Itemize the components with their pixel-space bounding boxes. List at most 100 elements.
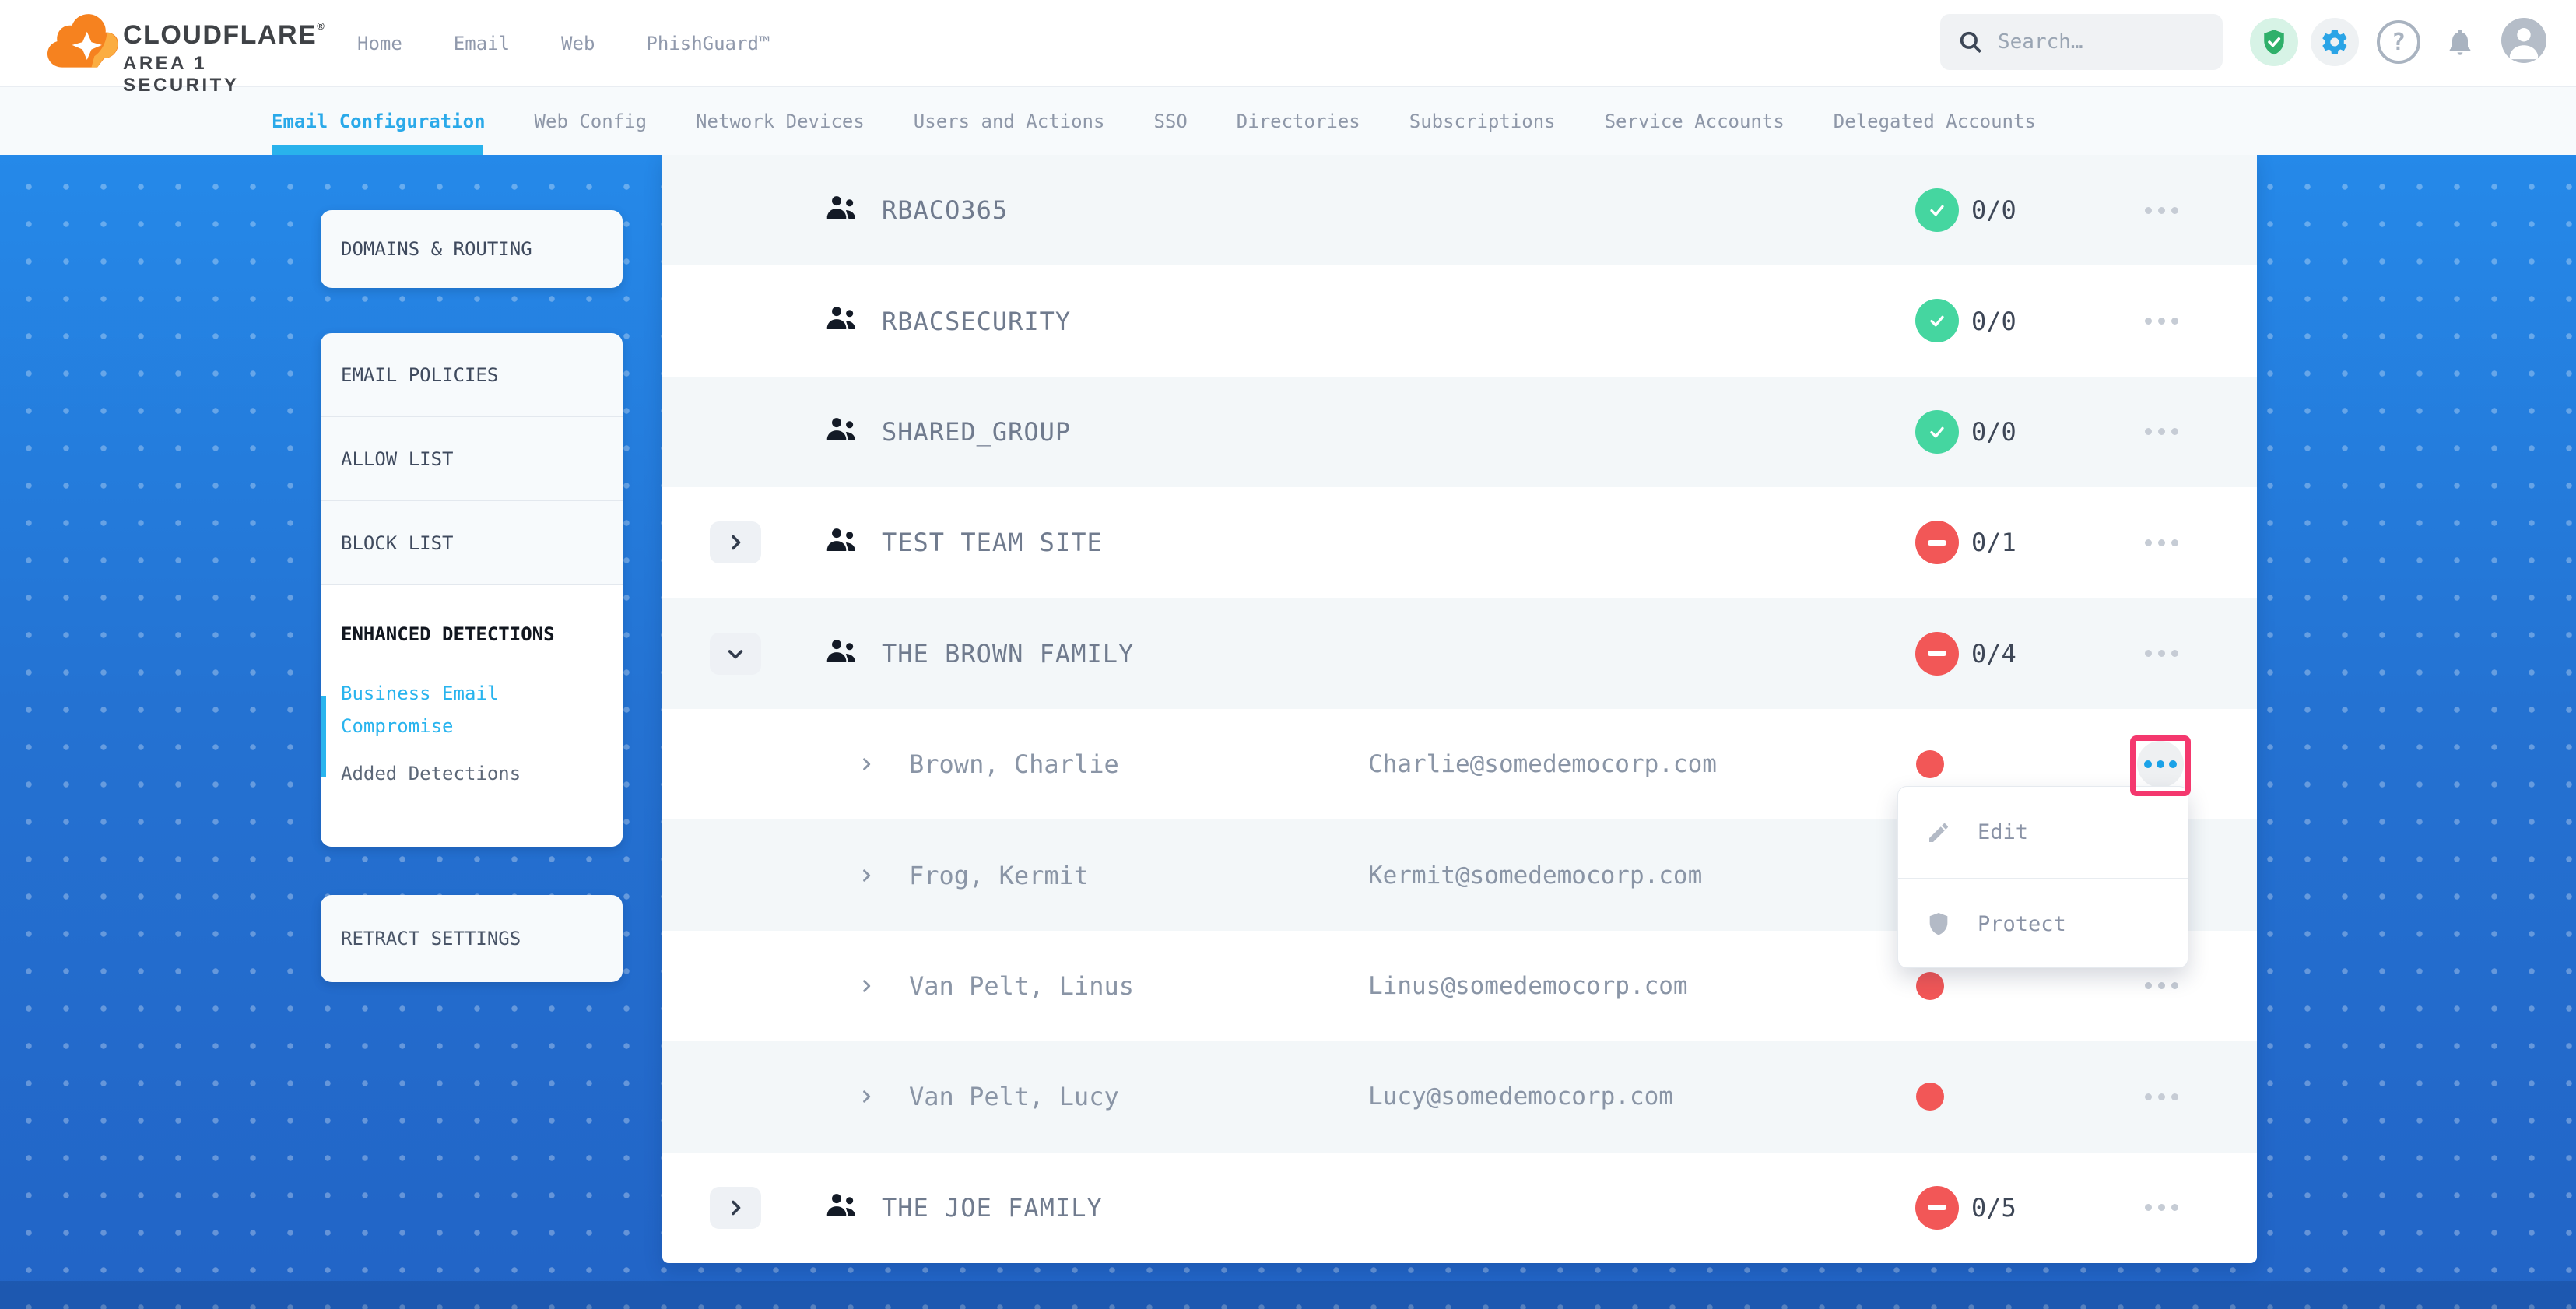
group-icon bbox=[826, 416, 858, 442]
alert-dot bbox=[1916, 972, 1944, 1000]
table-row: TEST TEAM SITE 0/1 bbox=[662, 487, 2257, 598]
row-actions-button[interactable] bbox=[2142, 1041, 2181, 1152]
cloudflare-cloud-icon bbox=[45, 9, 120, 78]
menu-item-edit[interactable]: Edit bbox=[1898, 787, 2188, 878]
minus-icon bbox=[1928, 540, 1946, 546]
row-actions-button[interactable] bbox=[2142, 487, 2181, 598]
status-badge-blocked bbox=[1915, 1186, 1959, 1230]
chevron-down-icon bbox=[726, 646, 745, 662]
check-icon bbox=[1926, 199, 1948, 221]
member-email: Charlie@somedemocorp.com bbox=[1368, 709, 1717, 819]
row-actions-button[interactable] bbox=[2142, 1153, 2181, 1263]
member-name: Frog, Kermit bbox=[909, 819, 1089, 930]
menu-item-label: Protect bbox=[1978, 912, 2066, 936]
tab-subscriptions[interactable]: Subscriptions bbox=[1409, 111, 1556, 132]
pencil-icon bbox=[1926, 820, 1951, 845]
group-name: RBACSECURITY bbox=[882, 265, 1071, 376]
notifications-button[interactable] bbox=[2436, 18, 2484, 66]
logo-brand: CLOUDFLARE bbox=[123, 20, 317, 50]
table-row: THE BROWN FAMILY 0/4 bbox=[662, 598, 2257, 709]
group-icon bbox=[826, 1191, 858, 1218]
tab-users-and-actions[interactable]: Users and Actions bbox=[914, 111, 1105, 132]
expand-row-button[interactable] bbox=[710, 1187, 761, 1229]
expand-row-button[interactable] bbox=[710, 521, 761, 563]
member-email: Linus@somedemocorp.com bbox=[1368, 931, 1688, 1041]
protection-count: 0/5 bbox=[1971, 1153, 2016, 1263]
primary-nav: Home Email Web PhishGuard™ bbox=[357, 0, 770, 87]
member-name: Van Pelt, Linus bbox=[909, 931, 1134, 1041]
tab-network-devices[interactable]: Network Devices bbox=[696, 111, 865, 132]
group-icon bbox=[826, 637, 858, 664]
check-icon bbox=[1926, 310, 1948, 332]
nav-item-phishguard[interactable]: PhishGuard™ bbox=[646, 33, 770, 54]
alert-dot bbox=[1916, 750, 1944, 778]
row-actions-button[interactable] bbox=[2142, 265, 2181, 376]
sidebar-item-domains-routing[interactable]: DOMAINS & ROUTING bbox=[321, 210, 623, 288]
check-icon bbox=[1926, 421, 1948, 443]
secondary-nav-tabs: Email Configuration Web Config Network D… bbox=[272, 87, 2036, 155]
member-chevron-icon bbox=[860, 819, 872, 930]
backdrop-bottom-strip bbox=[0, 1281, 2576, 1309]
member-chevron-icon bbox=[860, 1041, 872, 1152]
registered-mark: ® bbox=[317, 20, 325, 32]
member-name: Van Pelt, Lucy bbox=[909, 1041, 1119, 1152]
tab-directories[interactable]: Directories bbox=[1237, 111, 1360, 132]
group-name: TEST TEAM SITE bbox=[882, 487, 1103, 598]
sidebar-item-business-email-compromise[interactable]: Business Email Compromise bbox=[341, 677, 602, 742]
sidebar-item-retract-settings[interactable]: RETRACT SETTINGS bbox=[321, 895, 623, 982]
sidebar-item-block-list[interactable]: BLOCK LIST bbox=[321, 501, 623, 585]
help-button[interactable]: ? bbox=[2377, 20, 2420, 64]
shield-icon bbox=[1926, 911, 1951, 936]
protection-count: 0/0 bbox=[1971, 265, 2016, 376]
sidebar-item-allow-list[interactable]: ALLOW LIST bbox=[321, 417, 623, 501]
search-box bbox=[1940, 14, 2223, 70]
active-tab-underline bbox=[272, 145, 483, 155]
table-row: Van Pelt, Lucy Lucy@somedemocorp.com bbox=[662, 1041, 2257, 1152]
selected-item-indicator-bar bbox=[321, 696, 326, 777]
settings-button[interactable] bbox=[2311, 18, 2359, 66]
nav-item-home[interactable]: Home bbox=[357, 33, 402, 54]
tab-service-accounts[interactable]: Service Accounts bbox=[1605, 111, 1785, 132]
protection-count: 0/4 bbox=[1971, 598, 2016, 709]
person-icon bbox=[2501, 18, 2546, 63]
row-actions-button[interactable] bbox=[2142, 155, 2181, 265]
group-icon bbox=[826, 194, 858, 220]
target-highlight-box bbox=[2130, 735, 2191, 796]
cloudflare-logo[interactable]: CLOUDFLARE® AREA 1 SECURITY bbox=[44, 6, 300, 81]
tab-delegated-accounts[interactable]: Delegated Accounts bbox=[1834, 111, 2036, 132]
row-actions-button[interactable] bbox=[2142, 598, 2181, 709]
email-policies-card: EMAIL POLICIES ALLOW LIST BLOCK LIST ENH… bbox=[321, 333, 623, 847]
member-chevron-icon bbox=[860, 931, 872, 1041]
member-email: Kermit@somedemocorp.com bbox=[1368, 819, 1702, 930]
table-row: RBACO365 0/0 bbox=[662, 155, 2257, 265]
collapse-row-button[interactable] bbox=[710, 633, 761, 675]
status-badge-blocked bbox=[1915, 632, 1959, 676]
row-actions-button[interactable] bbox=[2142, 377, 2181, 487]
user-avatar[interactable] bbox=[2501, 18, 2546, 63]
group-name: RBACO365 bbox=[882, 155, 1008, 265]
logo-product: AREA 1 SECURITY bbox=[123, 53, 325, 97]
member-name: Brown, Charlie bbox=[909, 709, 1119, 819]
protection-count: 0/0 bbox=[1971, 155, 2016, 265]
area1-security-console: CLOUDFLARE® AREA 1 SECURITY Home Email W… bbox=[0, 0, 2576, 1309]
status-badge-ok bbox=[1915, 299, 1959, 342]
member-email: Lucy@somedemocorp.com bbox=[1368, 1041, 1673, 1152]
tab-sso[interactable]: SSO bbox=[1153, 111, 1187, 132]
nav-item-email[interactable]: Email bbox=[454, 33, 510, 54]
tab-email-configuration[interactable]: Email Configuration bbox=[272, 111, 486, 132]
sidebar-item-added-detections[interactable]: Added Detections bbox=[341, 763, 602, 784]
top-header: CLOUDFLARE® AREA 1 SECURITY Home Email W… bbox=[0, 0, 2576, 87]
menu-item-protect[interactable]: Protect bbox=[1898, 878, 2188, 969]
sidebar-item-enhanced-detections[interactable]: ENHANCED DETECTIONS bbox=[341, 618, 602, 651]
nav-item-web[interactable]: Web bbox=[561, 33, 595, 54]
bell-icon bbox=[2444, 26, 2476, 58]
status-badge-ok bbox=[1915, 188, 1959, 232]
member-chevron-icon bbox=[860, 709, 872, 819]
tab-web-config[interactable]: Web Config bbox=[535, 111, 648, 132]
directory-table: RBACO365 0/0 RBACSECURITY 0/0 SHARED_GRO… bbox=[662, 155, 2257, 1263]
sidebar-item-email-policies[interactable]: EMAIL POLICIES bbox=[321, 333, 623, 417]
table-row: THE JOE FAMILY 0/5 bbox=[662, 1153, 2257, 1263]
security-status-button[interactable] bbox=[2250, 18, 2298, 66]
search-input[interactable] bbox=[1998, 30, 2206, 54]
protection-count: 0/1 bbox=[1971, 487, 2016, 598]
